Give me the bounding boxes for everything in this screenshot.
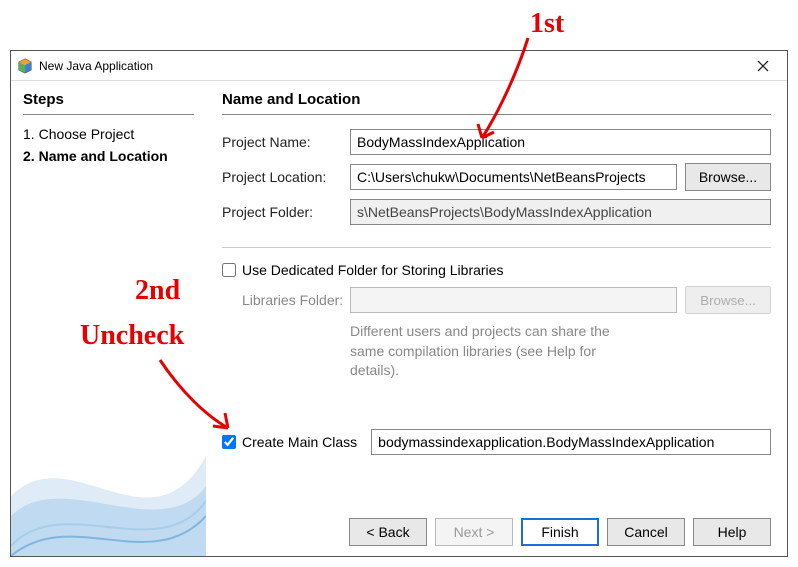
- dedicated-folder-label[interactable]: Use Dedicated Folder for Storing Librari…: [242, 262, 503, 278]
- step-2: Name and Location: [23, 147, 194, 167]
- button-bar: < Back Next > Finish Cancel Help: [222, 502, 771, 546]
- divider: [222, 247, 771, 248]
- browse-location-button[interactable]: Browse...: [685, 163, 771, 191]
- new-project-dialog: New Java Application Steps Choose Projec…: [10, 50, 788, 557]
- steps-pane: Steps Choose Project Name and Location: [11, 81, 206, 556]
- libraries-folder-label: Libraries Folder:: [242, 292, 350, 308]
- browse-libraries-button: Browse...: [685, 286, 771, 314]
- titlebar: New Java Application: [11, 51, 787, 81]
- libraries-folder-input: [350, 287, 677, 313]
- libraries-folder-row: Libraries Folder: Browse...: [222, 286, 771, 314]
- create-main-class-row: Create Main Class: [222, 429, 771, 455]
- annotation-1st: 1st: [530, 8, 564, 40]
- project-folder-row: Project Folder:: [222, 199, 771, 225]
- project-location-label: Project Location:: [222, 169, 350, 185]
- main-class-input[interactable]: [371, 429, 771, 455]
- steps-heading: Steps: [23, 91, 194, 115]
- dedicated-folder-row: Use Dedicated Folder for Storing Librari…: [222, 262, 771, 278]
- project-location-input[interactable]: [350, 164, 677, 190]
- project-name-input[interactable]: [350, 129, 771, 155]
- close-button[interactable]: [745, 55, 781, 77]
- create-main-class-label[interactable]: Create Main Class: [242, 434, 357, 450]
- step-1: Choose Project: [23, 125, 194, 145]
- libraries-help-text: Different users and projects can share t…: [222, 322, 642, 381]
- help-button[interactable]: Help: [693, 518, 771, 546]
- project-folder-input: [350, 199, 771, 225]
- finish-button[interactable]: Finish: [521, 518, 599, 546]
- form-pane: Name and Location Project Name: Project …: [206, 81, 787, 556]
- netbeans-icon: [17, 58, 33, 74]
- project-name-label: Project Name:: [222, 134, 350, 150]
- content: Steps Choose Project Name and Location N…: [11, 81, 787, 556]
- project-name-row: Project Name:: [222, 129, 771, 155]
- titlebar-title: New Java Application: [39, 59, 745, 73]
- next-button: Next >: [435, 518, 513, 546]
- project-folder-label: Project Folder:: [222, 204, 350, 220]
- back-button[interactable]: < Back: [349, 518, 427, 546]
- project-location-row: Project Location: Browse...: [222, 163, 771, 191]
- dedicated-folder-checkbox[interactable]: [222, 263, 236, 277]
- create-main-class-checkbox[interactable]: [222, 435, 236, 449]
- decorative-wave: [11, 396, 206, 556]
- form-heading: Name and Location: [222, 91, 771, 115]
- cancel-button[interactable]: Cancel: [607, 518, 685, 546]
- steps-list: Choose Project Name and Location: [23, 125, 194, 166]
